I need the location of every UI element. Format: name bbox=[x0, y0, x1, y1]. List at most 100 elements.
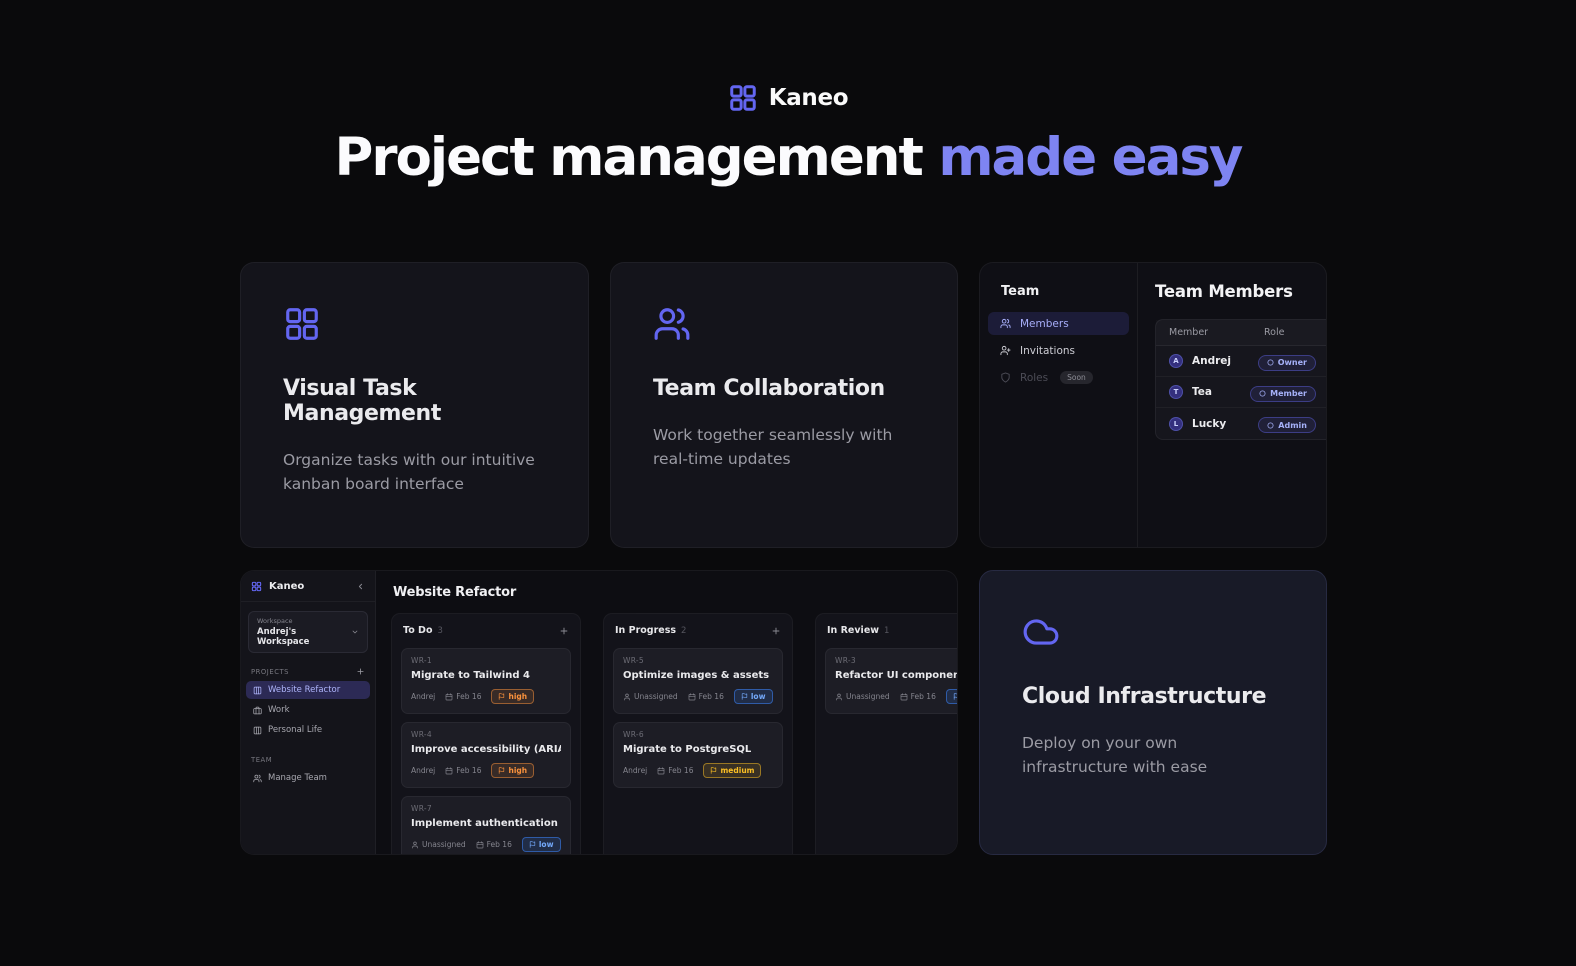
task-assignee-name: Andrej bbox=[623, 766, 647, 775]
task-card[interactable]: WR-7 Implement authentication flow Unass… bbox=[401, 796, 571, 854]
task-date-label: Feb 16 bbox=[456, 692, 481, 701]
users-icon bbox=[1000, 318, 1011, 329]
kaneo-logo-icon bbox=[728, 83, 758, 113]
table-body: A Andrej Owner T Tea Member L Lucky bbox=[1156, 346, 1327, 439]
workspace-name: Andrej's Workspace bbox=[257, 627, 351, 647]
board-columns: To Do 3 WR-1 Migrate to Tailwind 4 Andre… bbox=[376, 613, 957, 854]
column-count: 1 bbox=[884, 626, 889, 636]
workspace-selector[interactable]: Workspace Andrej's Workspace bbox=[248, 611, 368, 653]
feature-description: Organize tasks with our intuitive kanban… bbox=[283, 449, 546, 496]
add-task-icon[interactable] bbox=[771, 626, 781, 636]
task-priority-badge: low bbox=[734, 689, 773, 704]
feature-title: Team Collaboration bbox=[653, 376, 915, 401]
task-due-date: Feb 16 bbox=[476, 840, 512, 849]
member-avatar: L bbox=[1169, 417, 1183, 431]
soon-badge: Soon bbox=[1060, 371, 1093, 384]
column-cards: WR-5 Optimize images & assets Unassigned… bbox=[613, 648, 783, 788]
page-title: Project management made easy bbox=[0, 127, 1576, 188]
flag-icon bbox=[498, 767, 505, 774]
kaneo-logo-icon bbox=[251, 581, 262, 592]
task-due-date: Feb 16 bbox=[688, 692, 724, 701]
task-assignee-name: Unassigned bbox=[422, 840, 466, 849]
task-title: Migrate to Tailwind 4 bbox=[411, 670, 561, 681]
add-task-icon[interactable] bbox=[559, 626, 569, 636]
role-column-header: Role bbox=[1264, 327, 1316, 338]
task-due-date: Feb 16 bbox=[900, 692, 936, 701]
task-card[interactable]: WR-1 Migrate to Tailwind 4 Andrej Feb 16… bbox=[401, 648, 571, 714]
manage-team-label: Manage Team bbox=[268, 773, 327, 783]
sidebar-item-manage-team[interactable]: Manage Team bbox=[246, 769, 370, 787]
team-member-row[interactable]: A Andrej Owner bbox=[1156, 346, 1327, 377]
task-date-label: Feb 16 bbox=[911, 692, 936, 701]
task-card[interactable]: WR-4 Improve accessibility (ARIA) Andrej… bbox=[401, 722, 571, 788]
flag-icon bbox=[529, 841, 536, 848]
column-name: In Review bbox=[827, 625, 879, 636]
task-card[interactable]: WR-5 Optimize images & assets Unassigned… bbox=[613, 648, 783, 714]
task-card[interactable]: WR-3 Refactor UI components Unassigned F… bbox=[825, 648, 957, 714]
unassigned-icon bbox=[623, 693, 631, 701]
board-column: To Do 3 WR-1 Migrate to Tailwind 4 Andre… bbox=[391, 613, 581, 854]
team-members-panel: Team Members Member Role A Andrej Owner … bbox=[1138, 263, 1326, 547]
board-main: Website Refactor To Do 3 WR-1 Migrate to… bbox=[376, 571, 957, 854]
board-title: Website Refactor bbox=[376, 571, 957, 608]
column-header: In Progress 2 bbox=[613, 623, 783, 640]
priority-label: high bbox=[508, 766, 527, 775]
task-meta: Unassigned Feb 16 low bbox=[623, 689, 773, 704]
unassigned-icon bbox=[411, 841, 419, 849]
task-assignee-name: Unassigned bbox=[634, 692, 678, 701]
board-column: In Progress 2 WR-5 Optimize images & ass… bbox=[603, 613, 793, 854]
task-priority-badge: low bbox=[522, 837, 561, 852]
task-id: WR-5 bbox=[623, 656, 773, 665]
task-title: Refactor UI components bbox=[835, 670, 957, 681]
role-label: Owner bbox=[1278, 358, 1307, 367]
task-id: WR-4 bbox=[411, 730, 561, 739]
column-name: In Progress bbox=[615, 625, 676, 636]
team-nav-invitations[interactable]: Invitations bbox=[988, 339, 1129, 362]
sidebar-item-personal-life[interactable]: Personal Life bbox=[246, 721, 370, 739]
task-date-label: Feb 16 bbox=[456, 766, 481, 775]
add-project-icon[interactable] bbox=[356, 667, 365, 676]
task-meta: Unassigned Feb 16 low bbox=[835, 689, 957, 704]
calendar-icon bbox=[900, 693, 908, 701]
member-name: Lucky bbox=[1192, 418, 1226, 430]
task-card[interactable]: WR-6 Migrate to PostgreSQL Andrej Feb 16… bbox=[613, 722, 783, 788]
app-sidebar-header: Kaneo bbox=[241, 571, 375, 602]
sidebar-item-website-refactor[interactable]: Website Refactor bbox=[246, 681, 370, 699]
cloud-icon bbox=[1022, 613, 1060, 651]
feature-title: Visual Task Management bbox=[283, 376, 546, 426]
calendar-icon bbox=[688, 693, 696, 701]
team-label: TEAM bbox=[251, 756, 272, 764]
nav-label: Roles bbox=[1020, 372, 1048, 384]
task-id: WR-7 bbox=[411, 804, 561, 813]
team-member-row[interactable]: L Lucky Admin bbox=[1156, 408, 1327, 439]
priority-label: high bbox=[508, 692, 527, 701]
nav-label: Invitations bbox=[1020, 345, 1075, 357]
priority-label: low bbox=[539, 840, 554, 849]
sidebar-item-work[interactable]: Work bbox=[246, 701, 370, 719]
task-title: Optimize images & assets bbox=[623, 670, 773, 681]
team-nav-roles: Roles Soon bbox=[988, 366, 1129, 389]
team-member-row[interactable]: T Tea Member bbox=[1156, 377, 1327, 408]
task-due-date: Feb 16 bbox=[657, 766, 693, 775]
nav-label: Members bbox=[1020, 318, 1069, 330]
task-id: WR-3 bbox=[835, 656, 957, 665]
grid-icon bbox=[283, 305, 321, 343]
priority-label: low bbox=[751, 692, 766, 701]
role-badge: Admin bbox=[1258, 417, 1316, 433]
table-header-row: Member Role bbox=[1156, 320, 1327, 346]
team-sidebar-title: Team bbox=[988, 284, 1129, 299]
users-icon bbox=[653, 305, 691, 343]
calendar-icon bbox=[476, 841, 484, 849]
app-name: Kaneo bbox=[269, 581, 304, 592]
column-cards: WR-3 Refactor UI components Unassigned F… bbox=[825, 648, 957, 714]
kanban-icon bbox=[253, 686, 262, 695]
member-avatar: A bbox=[1169, 354, 1183, 368]
chevron-left-icon[interactable] bbox=[356, 582, 365, 591]
task-assignee-name: Andrej bbox=[411, 692, 435, 701]
task-assignee: Unassigned bbox=[835, 692, 890, 701]
board-column: In Review 1 WR-3 Refactor UI components … bbox=[815, 613, 957, 854]
team-nav-members[interactable]: Members bbox=[988, 312, 1129, 335]
task-date-label: Feb 16 bbox=[668, 766, 693, 775]
member-column-header: Member bbox=[1169, 327, 1264, 338]
task-assignee: Andrej bbox=[411, 766, 435, 775]
